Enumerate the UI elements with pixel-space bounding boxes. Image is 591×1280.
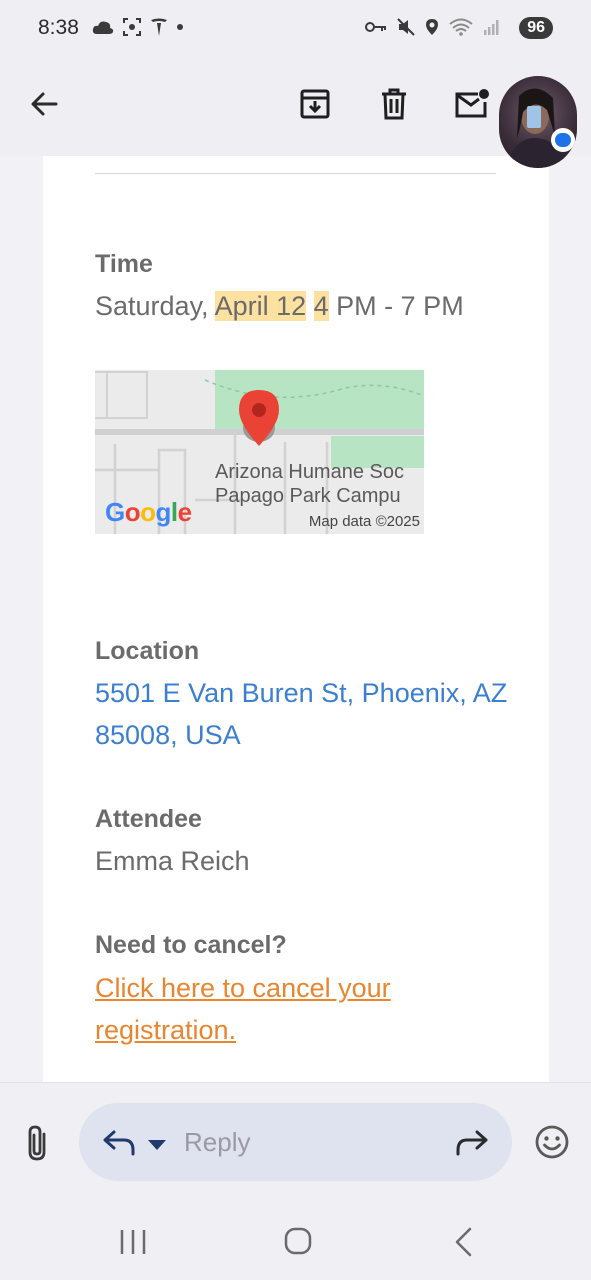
forward-button[interactable] [455, 1128, 489, 1161]
tesla-icon [151, 18, 167, 36]
hour-highlight[interactable]: 4 [313, 291, 329, 321]
system-nav-bar [0, 1200, 591, 1280]
dot-icon [177, 24, 183, 30]
reply-options-dropdown[interactable] [148, 1137, 166, 1155]
location-map[interactable]: Arizona Humane Soc Papago Park Campu Goo… [95, 370, 424, 534]
mark-unread-icon [455, 89, 489, 118]
cancel-label: Need to cancel? [95, 931, 287, 959]
recents-nav-icon [120, 1230, 146, 1254]
key-icon [365, 22, 386, 32]
back-button[interactable] [26, 86, 62, 122]
time-suffix: PM - 7 PM [328, 291, 464, 321]
cancel-registration-link[interactable]: Click here to cancel your registration. [95, 967, 495, 1051]
map-pin-icon [239, 390, 279, 446]
status-bar: 8:38 96 [0, 0, 591, 58]
system-back-button[interactable] [452, 1227, 476, 1262]
home-nav-icon [284, 1227, 312, 1255]
location-link[interactable]: 5501 E Van Buren St, Phoenix, AZ 85008, … [95, 672, 515, 756]
back-arrow-icon [31, 92, 58, 116]
status-time: 8:38 [38, 16, 79, 39]
account-avatar[interactable] [499, 76, 577, 168]
signal-icon [484, 20, 499, 35]
reply-placeholder[interactable]: Reply [184, 1127, 250, 1158]
trash-icon [382, 88, 406, 120]
emoji-icon [535, 1125, 569, 1159]
emoji-button[interactable] [534, 1124, 570, 1165]
map-place-line1: Arizona Humane Soc [215, 461, 404, 483]
date-highlight[interactable]: April 12 [214, 291, 307, 321]
home-button[interactable] [283, 1226, 313, 1261]
cloud-icon [92, 21, 114, 34]
archive-icon [300, 89, 330, 119]
reply-icon [103, 1130, 135, 1156]
attendee-label: Attendee [95, 805, 202, 833]
time-label: Time [95, 250, 153, 278]
screenshot-icon [123, 18, 141, 36]
recents-button[interactable] [118, 1228, 148, 1261]
map-place-line2: Papago Park Campu [215, 485, 401, 507]
dropdown-icon [148, 1140, 166, 1150]
chat-badge-icon [551, 128, 575, 152]
time-value: Saturday, April 12 4 PM - 7 PM [95, 285, 464, 327]
wifi-icon [449, 18, 473, 36]
map-copyright: Map data ©2025 [308, 513, 420, 530]
location-icon [426, 19, 438, 35]
delete-button[interactable] [376, 86, 412, 122]
google-logo: Google [105, 497, 192, 527]
attachment-icon [28, 1125, 46, 1161]
location-label: Location [95, 637, 200, 665]
profile-photo [507, 88, 569, 168]
back-nav-icon [455, 1227, 472, 1257]
archive-button[interactable] [297, 86, 333, 122]
status-left-icons [92, 17, 184, 37]
divider [95, 173, 496, 174]
mark-unread-button[interactable] [454, 86, 490, 122]
attachment-button[interactable] [24, 1124, 52, 1167]
reply-field[interactable] [79, 1103, 512, 1181]
time-prefix: Saturday, [95, 291, 215, 321]
email-toolbar [0, 58, 591, 168]
battery-indicator: 96 [519, 17, 553, 39]
forward-icon [456, 1130, 488, 1156]
attendee-value: Emma Reich [95, 846, 250, 876]
status-right-icons [365, 18, 501, 36]
mute-icon [397, 18, 415, 36]
reply-button[interactable] [102, 1128, 136, 1161]
